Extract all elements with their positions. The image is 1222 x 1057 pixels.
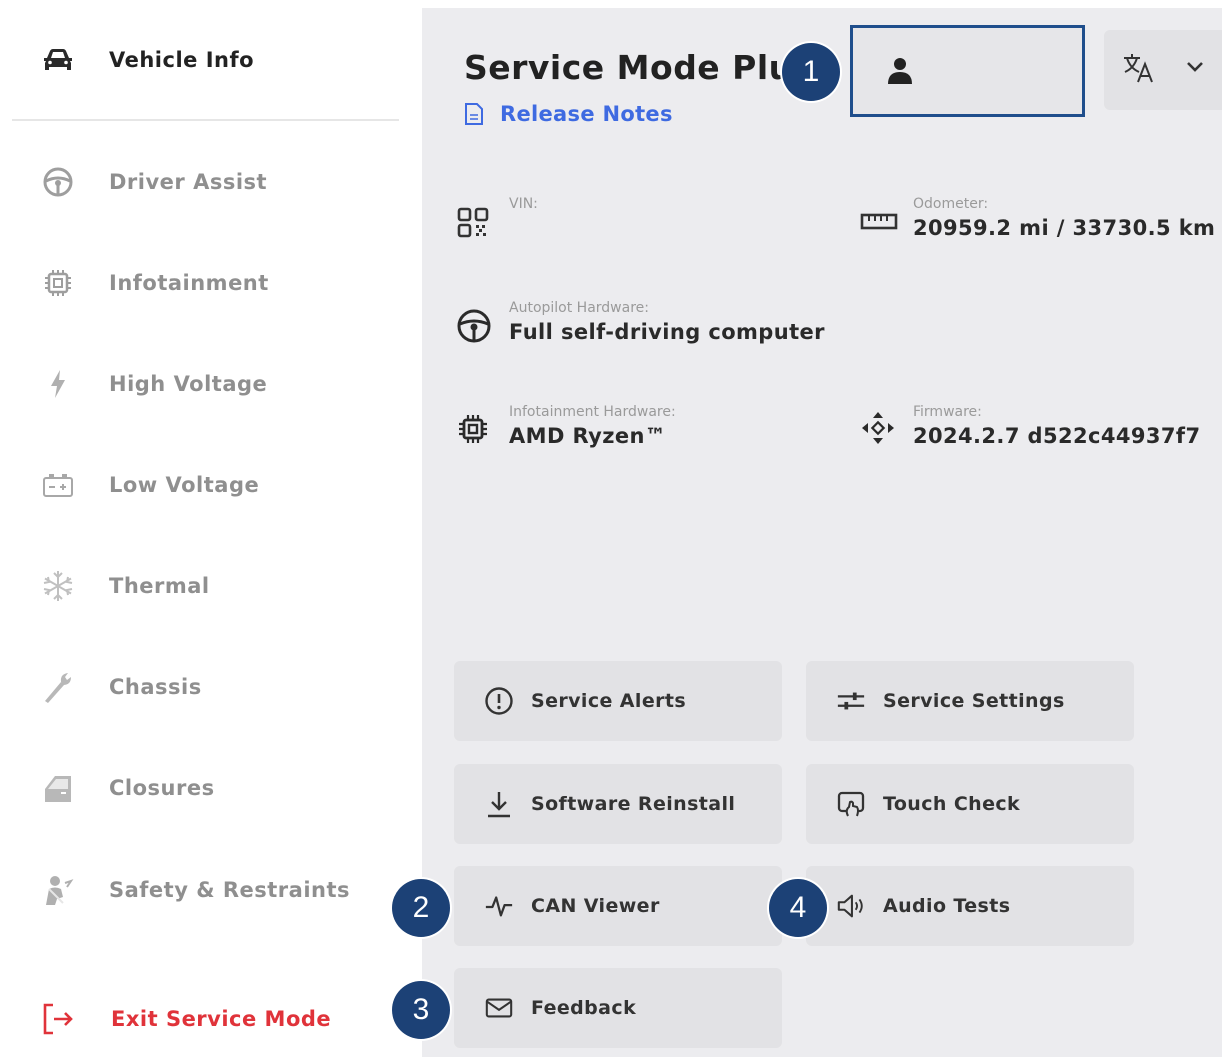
alert-circle-icon [484, 686, 514, 716]
odometer-info: Odometer: 20959.2 mi / 33730.5 km [860, 190, 1220, 250]
callout-badge-1: 1 [782, 43, 840, 101]
audio-tests-label: Audio Tests [883, 895, 1011, 917]
sidebar-item-vehicle-info[interactable]: Vehicle Info [0, 30, 400, 90]
sidebar-item-label: Driver Assist [109, 170, 268, 194]
page-title: Service Mode Plus [464, 48, 813, 87]
car-icon [40, 42, 76, 78]
door-icon [40, 770, 76, 806]
qr-code-icon [457, 207, 489, 238]
firmware-value: 2024.2.7 d522c44937f7 [913, 424, 1201, 448]
callout-badge-3: 3 [392, 981, 450, 1039]
service-alerts-label: Service Alerts [531, 690, 687, 712]
service-alerts-button[interactable]: Service Alerts [454, 661, 782, 741]
sidebar-item-closures[interactable]: Closures [0, 758, 400, 818]
sidebar-item-driver-assist[interactable]: Driver Assist [0, 152, 400, 212]
feedback-label: Feedback [531, 997, 637, 1019]
exit-service-mode-button[interactable]: Exit Service Mode [0, 989, 400, 1049]
can-viewer-label: CAN Viewer [531, 895, 660, 917]
chevron-down-icon [1187, 62, 1203, 72]
sidebar-item-label: Safety & Restraints [109, 878, 351, 902]
odometer-value: 20959.2 mi / 33730.5 km [913, 216, 1216, 240]
touch-screen-icon [836, 789, 866, 819]
battery-icon [40, 467, 76, 503]
sidebar-divider [12, 119, 399, 121]
service-settings-button[interactable]: Service Settings [806, 661, 1134, 741]
ruler-icon [860, 213, 898, 230]
person-icon [888, 58, 912, 84]
firmware-label: Firmware: [913, 404, 982, 420]
odometer-label: Odometer: [913, 196, 989, 212]
sidebar-item-low-voltage[interactable]: Low Voltage [0, 455, 400, 515]
translate-icon [1122, 52, 1156, 91]
touch-check-label: Touch Check [883, 793, 1021, 815]
callout-badge-2: 2 [392, 879, 450, 937]
language-selector[interactable] [1104, 30, 1222, 110]
autopilot-hardware-label: Autopilot Hardware: [509, 300, 649, 316]
sidebar-item-label: Thermal [109, 574, 210, 598]
sidebar: Vehicle Info Driver Assist Infotainment … [0, 0, 422, 1057]
sidebar-item-chassis[interactable]: Chassis [0, 657, 400, 717]
sidebar-item-label: Chassis [109, 675, 202, 699]
infotainment-hardware-value: AMD Ryzen™ [509, 424, 667, 448]
release-notes-link[interactable]: Release Notes [464, 102, 673, 126]
steering-wheel-icon [40, 164, 76, 200]
sidebar-item-label: High Voltage [109, 372, 268, 396]
sidebar-item-safety-restraints[interactable]: Safety & Restraints [0, 860, 400, 920]
speaker-icon [836, 891, 866, 921]
software-reinstall-button[interactable]: Software Reinstall [454, 764, 782, 844]
firmware-info: Firmware: 2024.2.7 d522c44937f7 [860, 398, 1220, 458]
feedback-button[interactable]: Feedback [454, 968, 782, 1048]
sidebar-item-infotainment[interactable]: Infotainment [0, 253, 400, 313]
sidebar-item-thermal[interactable]: Thermal [0, 556, 400, 616]
wrench-icon [40, 669, 76, 705]
sliders-icon [836, 686, 866, 716]
chip-icon [40, 265, 76, 301]
snowflake-icon [40, 568, 76, 604]
service-settings-label: Service Settings [883, 690, 1065, 712]
user-profile-button[interactable] [850, 25, 1085, 117]
exit-icon [40, 1001, 76, 1037]
exit-service-mode-label: Exit Service Mode [111, 1007, 332, 1031]
infotainment-hardware-label: Infotainment Hardware: [509, 404, 676, 420]
move-arrows-icon [862, 412, 894, 444]
can-viewer-button[interactable]: CAN Viewer [454, 866, 782, 946]
audio-tests-button[interactable]: Audio Tests [806, 866, 1134, 946]
sidebar-item-label: Low Voltage [109, 473, 260, 497]
chip-icon [459, 415, 487, 443]
infotainment-hardware-info: Infotainment Hardware: AMD Ryzen™ [456, 398, 836, 458]
document-icon [465, 103, 483, 125]
seatbelt-icon [40, 872, 76, 908]
activity-pulse-icon [484, 891, 514, 921]
touch-check-button[interactable]: Touch Check [806, 764, 1134, 844]
lightning-icon [40, 366, 76, 402]
sidebar-item-label: Infotainment [109, 271, 269, 295]
autopilot-hardware-info: Autopilot Hardware: Full self-driving co… [456, 294, 856, 354]
vin-label: VIN: [509, 196, 538, 212]
download-icon [484, 789, 514, 819]
release-notes-label: Release Notes [500, 102, 673, 126]
callout-badge-4: 4 [769, 879, 827, 937]
steering-wheel-icon [457, 309, 491, 343]
sidebar-item-high-voltage[interactable]: High Voltage [0, 354, 400, 414]
software-reinstall-label: Software Reinstall [531, 793, 736, 815]
vin-info: VIN: [456, 190, 816, 250]
sidebar-item-label: Closures [109, 776, 215, 800]
autopilot-hardware-value: Full self-driving computer [509, 320, 825, 344]
mail-icon [484, 993, 514, 1023]
sidebar-item-label: Vehicle Info [109, 48, 255, 72]
